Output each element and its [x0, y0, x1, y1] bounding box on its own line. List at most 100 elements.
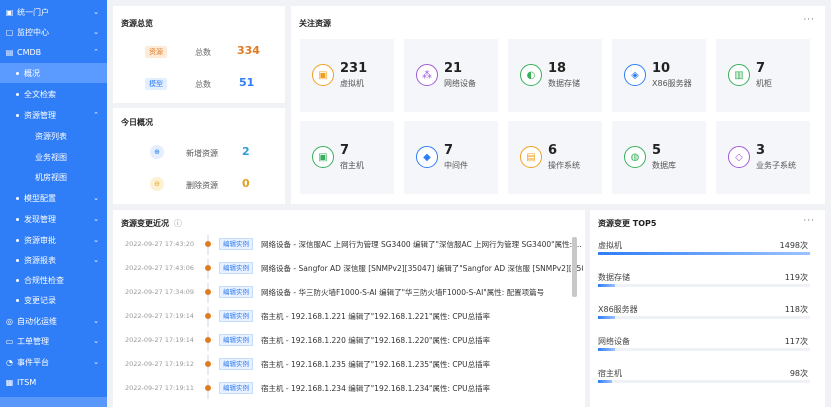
change-description: 网络设备 - 深信服AC 上网行为管理 SG3400 编辑了"深信服AC 上网行…	[261, 240, 582, 249]
tile-value: 3	[756, 143, 766, 158]
top5-value: 98次	[789, 369, 808, 378]
change-time: 2022-09-27 17:34:09	[125, 288, 195, 296]
bullet-icon	[16, 196, 19, 200]
sidebar: ▣ 统一门户 ⌄ ▢ 监控中心 ⌄ ▤ CMDB ⌃ 概况 全文检索 资源管理 …	[0, 0, 107, 407]
tile-label: 中间件	[444, 161, 468, 170]
top5-name: 宿主机	[598, 369, 622, 378]
sidebar-item-label: 资源列表	[35, 131, 67, 141]
list-item[interactable]: 2022-09-27 17:19:12 编辑实例 宿主机 - 192.168.1.2…	[113, 355, 593, 375]
sidebar-item-resource-list[interactable]: 资源列表	[0, 126, 107, 146]
followed-resources-card: 关注资源 ··· ▣ 231 虚拟机 ⁂ 21 网络设备 ◐ 18 数据存储 ◈ 10 X86服务器 ▥…	[291, 6, 825, 204]
sidebar-item-label: 自动化运维	[17, 316, 57, 326]
change-description: 宿主机 - 192.168.1.234 编辑了"192.168.1.234"属性…	[261, 384, 491, 393]
change-type-tag: 编辑实例	[219, 286, 253, 298]
list-item[interactable]: 2022-09-27 17:19:11 编辑实例 宿主机 - 192.168.1.2…	[113, 379, 593, 399]
sidebar-item-label: 模型配置	[24, 193, 56, 203]
top5-row: X86服务器 118次	[590, 304, 820, 336]
top5-track	[598, 316, 810, 319]
resource-tile[interactable]: ◐ 18 数据存储	[508, 39, 602, 112]
resource-tile[interactable]: ▤ 6 操作系统	[508, 121, 602, 194]
top5-name: 虚拟机	[598, 241, 622, 250]
tile-value: 231	[340, 61, 368, 76]
sidebar-item-resource-mgmt[interactable]: 资源管理 ⌃	[0, 105, 107, 125]
top5-row: 宿主机 98次	[590, 368, 820, 400]
more-icon[interactable]: ···	[803, 216, 815, 226]
chevron-down-icon: ⌄	[93, 215, 99, 223]
top5-bar	[598, 284, 615, 287]
sidebar-item-label: 合规性检查	[24, 275, 64, 285]
storage-icon: ◐	[520, 64, 542, 86]
resource-tile[interactable]: ⁂ 21 网络设备	[404, 39, 498, 112]
timeline-dot-icon	[205, 289, 211, 295]
more-icon[interactable]: ···	[803, 15, 815, 25]
list-item[interactable]: 2022-09-27 17:34:09 编辑实例 网络设备 - 华三防火墙F1000…	[113, 283, 593, 303]
resource-total-label: 总数	[195, 48, 211, 57]
tile-value: 5	[652, 143, 662, 158]
list-item[interactable]: 2022-09-27 17:19:14 编辑实例 宿主机 - 192.168.1.2…	[113, 331, 593, 351]
resource-tile[interactable]: ◇ 3 业务子系统	[716, 121, 810, 194]
sidebar-item-compliance[interactable]: 合规性检查	[0, 270, 107, 290]
sidebar-item-overview[interactable]: 概况	[0, 63, 107, 83]
sidebar-item-room-view[interactable]: 机房视图	[0, 167, 107, 187]
middleware-icon: ◆	[416, 146, 438, 168]
change-type-tag: 编辑实例	[219, 262, 253, 274]
followed-title: 关注资源	[299, 19, 331, 28]
top5-row: 虚拟机 1498次	[590, 240, 820, 272]
network-device-icon: ⁂	[416, 64, 438, 86]
sidebar-item-report[interactable]: 资源报表 ⌄	[0, 250, 107, 270]
tile-label: 机柜	[756, 79, 772, 88]
resource-tag: 资源	[145, 46, 167, 58]
resource-tile[interactable]: ◆ 7 中间件	[404, 121, 498, 194]
sidebar-item-tickets[interactable]: ▭ 工单管理 ⌄	[0, 331, 107, 351]
scrollbar[interactable]	[572, 237, 577, 297]
sidebar-item-label: 工单管理	[17, 336, 49, 346]
resource-tile[interactable]: ▣ 231 虚拟机	[300, 39, 394, 112]
sidebar-item-portal[interactable]: ▣ 统一门户 ⌄	[0, 2, 107, 22]
top5-name: 网络设备	[598, 337, 630, 346]
sidebar-item-automation[interactable]: ◎ 自动化运维 ⌄	[0, 311, 107, 331]
sidebar-item-approval[interactable]: 资源审批 ⌄	[0, 230, 107, 250]
top5-row: 网络设备 117次	[590, 336, 820, 368]
resource-total-value: 334	[237, 44, 260, 57]
new-resource-value: 2	[242, 145, 250, 158]
timeline-dot-icon	[205, 313, 211, 319]
chevron-down-icon: ⌄	[93, 317, 99, 325]
sidebar-item-label: 全文检索	[24, 89, 56, 99]
automation-icon: ◎	[6, 316, 13, 326]
sidebar-item-itsm[interactable]: ▦ ITSM	[0, 372, 107, 392]
tile-label: 网络设备	[444, 79, 476, 88]
today-card: 今日概况 ⊕ 新增资源 2 ⊖ 删除资源 0	[113, 108, 285, 204]
timeline-dot-icon	[205, 361, 211, 367]
bullet-icon	[16, 298, 19, 302]
sidebar-item-business-view[interactable]: 业务视图	[0, 147, 107, 167]
sidebar-item-model-config[interactable]: 模型配置 ⌄	[0, 188, 107, 208]
resource-tile[interactable]: ▥ 7 机柜	[716, 39, 810, 112]
info-icon[interactable]: ⓘ	[174, 219, 182, 228]
delete-resource-icon: ⊖	[150, 177, 164, 191]
resource-tile[interactable]: ▣ 7 宿主机	[300, 121, 394, 194]
resource-tile[interactable]: ◈ 10 X86服务器	[612, 39, 706, 112]
sidebar-item-events[interactable]: ◔ 事件平台 ⌄	[0, 352, 107, 372]
change-description: 宿主机 - 192.168.1.220 编辑了"192.168.1.220"属性…	[261, 336, 491, 345]
sidebar-item-discovery[interactable]: 发现管理 ⌄	[0, 209, 107, 229]
change-description: 网络设备 - 华三防火墙F1000-S-AI 编辑了"华三防火墙F1000-S-…	[261, 288, 545, 297]
timeline-dot-icon	[205, 241, 211, 247]
os-icon: ▤	[520, 146, 542, 168]
list-item[interactable]: 2022-09-27 17:19:14 编辑实例 宿主机 - 192.168.1.2…	[113, 307, 593, 327]
top5-bar	[598, 316, 615, 319]
sidebar-item-change-log[interactable]: 变更记录	[0, 290, 107, 310]
list-item[interactable]: 2022-09-27 17:43:06 编辑实例 网络设备 - Sangfor AD…	[113, 259, 593, 279]
top5-value: 118次	[784, 305, 808, 314]
tile-label: 操作系统	[548, 161, 580, 170]
change-type-tag: 编辑实例	[219, 238, 253, 250]
top5-track	[598, 348, 810, 351]
top5-bar	[598, 380, 612, 383]
sidebar-item-fulltext-search[interactable]: 全文检索	[0, 84, 107, 104]
sidebar-item-monitor[interactable]: ▢ 监控中心 ⌄	[0, 22, 107, 42]
change-time: 2022-09-27 17:19:12	[125, 360, 195, 368]
list-item[interactable]: 2022-09-27 17:43:20 编辑实例 网络设备 - 深信服AC 上网行为…	[113, 235, 593, 255]
sidebar-item-cmdb[interactable]: ▤ CMDB ⌃	[0, 42, 107, 62]
change-time: 2022-09-27 17:19:14	[125, 336, 195, 344]
sidebar-item-label: 资源报表	[24, 255, 56, 265]
resource-tile[interactable]: ◍ 5 数据库	[612, 121, 706, 194]
